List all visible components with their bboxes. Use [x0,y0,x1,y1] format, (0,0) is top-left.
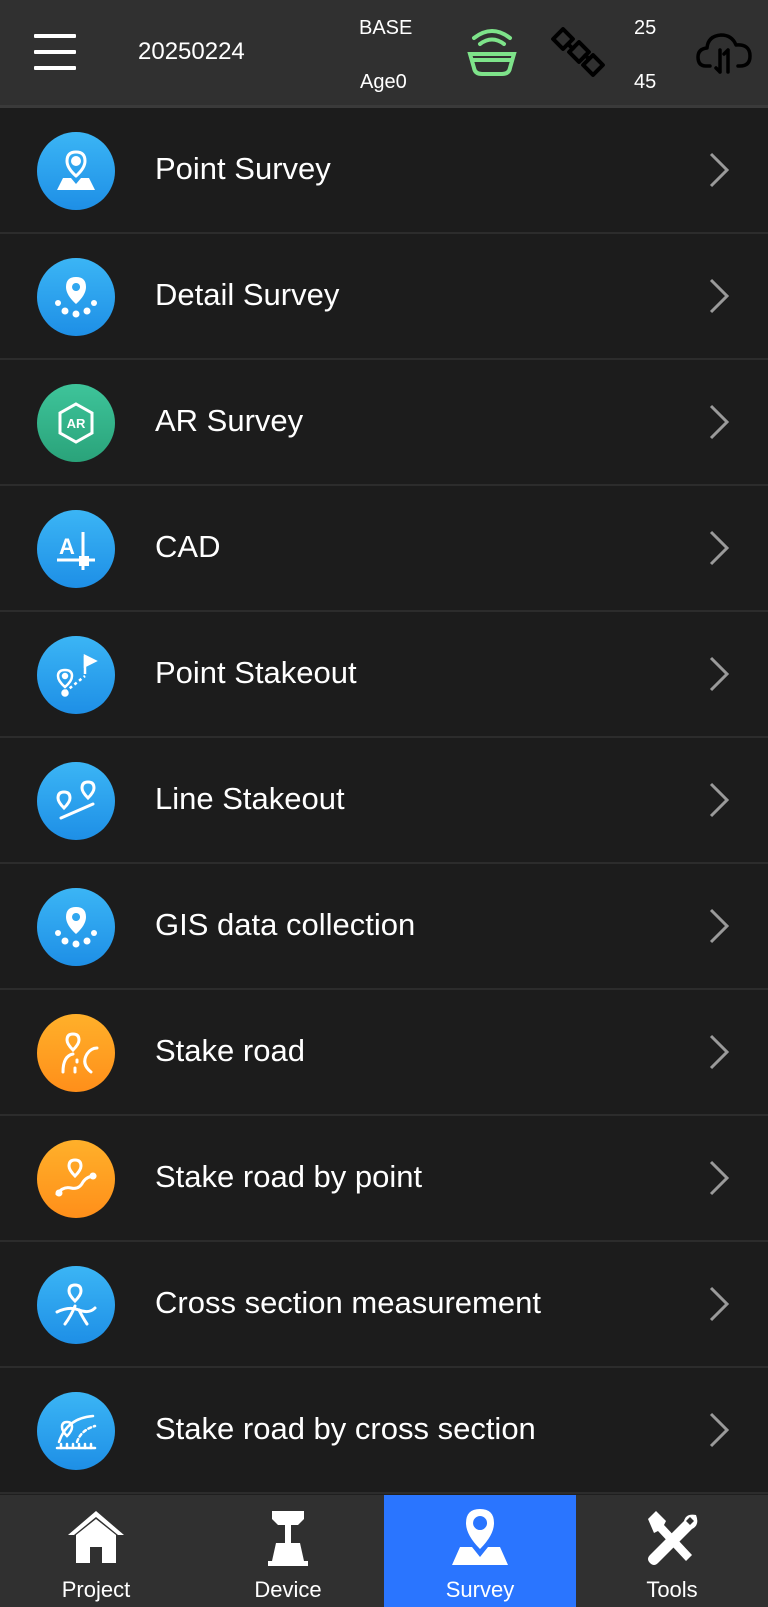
menu-item-label: Stake road [155,1033,305,1068]
bottom-navigation: Project Device Survey Tools [0,1495,768,1607]
svg-text:AR: AR [67,416,86,431]
tab-label: Tools [646,1577,698,1602]
chevron-right-icon [709,152,730,188]
chevron-right-icon [709,278,730,314]
base-status-label: BASE [359,17,413,39]
menu-item-label: Point Stakeout [155,655,357,690]
menu-item-label: Point Survey [155,151,331,186]
menu-item-stake-road[interactable]: Stake road [0,990,768,1116]
chevron-right-icon [709,1034,730,1070]
cross-section-icon [37,1266,115,1344]
menu-item-label: AR Survey [155,403,304,438]
chevron-right-icon [709,782,730,818]
menu-item-label: Line Stakeout [155,781,345,816]
chevron-right-icon [709,1160,730,1196]
cad-icon: A [37,510,115,588]
age-status-label: Age0 [360,71,407,93]
ar-survey-icon: AR [37,384,115,462]
tab-project[interactable]: Project [0,1495,192,1607]
tab-label: Device [254,1577,322,1602]
menu-item-label: CAD [155,529,221,564]
satellite-icon[interactable] [550,24,608,80]
line-stakeout-icon [37,762,115,840]
menu-item-label: Cross section measurement [155,1285,541,1320]
project-name[interactable]: 20250224 [138,38,245,66]
chevron-right-icon [709,656,730,692]
menu-item-point-survey[interactable]: Point Survey [0,108,768,234]
menu-item-line-stakeout[interactable]: Line Stakeout [0,738,768,864]
tab-device[interactable]: Device [192,1495,384,1607]
tools-icon [648,1511,698,1565]
menu-item-stake-road-by-point[interactable]: Stake road by point [0,1116,768,1242]
chevron-right-icon [709,404,730,440]
chevron-right-icon [709,1412,730,1448]
survey-icon [452,1509,508,1565]
menu-item-detail-survey[interactable]: Detail Survey [0,234,768,360]
detail-survey-icon [37,258,115,336]
tab-label: Survey [445,1577,515,1602]
point-survey-icon [37,132,115,210]
gnss-receiver-icon[interactable] [464,24,520,80]
tab-survey[interactable]: Survey [384,1495,576,1607]
point-stakeout-icon [37,636,115,714]
tab-tools[interactable]: Tools [576,1495,768,1607]
survey-menu-list: Point Survey Detail Survey AR AR Survey … [0,108,768,1494]
gis-collection-icon [37,888,115,966]
svg-text:A: A [59,534,75,559]
hamburger-menu-icon[interactable] [32,32,78,72]
menu-item-label: Stake road by cross section [155,1411,536,1446]
cloud-sync-icon[interactable] [694,24,754,80]
satellites-visible-count: 45 [634,71,657,93]
chevron-right-icon [709,530,730,566]
top-bar: 20250224 BASE Age0 25 45 [0,0,768,108]
satellites-used-count: 25 [634,17,657,39]
stake-road-cross-section-icon [37,1392,115,1470]
stake-road-by-point-icon [37,1140,115,1218]
menu-item-label: Stake road by point [155,1159,423,1194]
menu-item-label: GIS data collection [155,907,416,942]
menu-item-stake-road-by-cross-section[interactable]: Stake road by cross section [0,1368,768,1494]
tab-label: Project [61,1577,131,1602]
device-icon [268,1511,308,1566]
home-icon [68,1511,124,1563]
chevron-right-icon [709,1286,730,1322]
menu-item-label: Detail Survey [155,277,340,312]
menu-item-ar-survey[interactable]: AR AR Survey [0,360,768,486]
chevron-right-icon [709,908,730,944]
menu-item-point-stakeout[interactable]: Point Stakeout [0,612,768,738]
menu-item-cross-section-measurement[interactable]: Cross section measurement [0,1242,768,1368]
stake-road-icon [37,1014,115,1092]
menu-item-gis-data-collection[interactable]: GIS data collection [0,864,768,990]
menu-item-cad[interactable]: A CAD [0,486,768,612]
